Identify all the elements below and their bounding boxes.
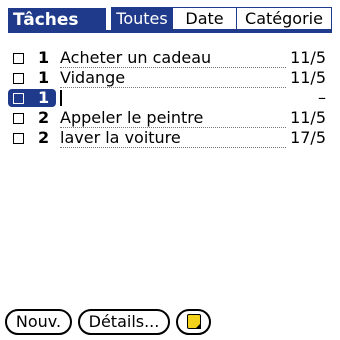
task-checkbox[interactable] [13, 53, 24, 64]
task-list: 1 Acheter un cadeau 11/5 1 Vidange 11/5 … [8, 48, 332, 148]
task-checkbox[interactable] [13, 133, 24, 144]
task-checkbox[interactable] [13, 93, 24, 104]
details-button[interactable]: Détails... [78, 309, 170, 335]
task-due-date[interactable]: 11/5 [282, 48, 326, 68]
new-task-button[interactable]: Nouv. [5, 309, 72, 335]
task-checkbox[interactable] [13, 73, 24, 84]
task-priority[interactable]: 1 [38, 68, 49, 88]
title-bar: Tâches Toutes Date Catégorie [0, 0, 340, 34]
note-button[interactable] [176, 309, 211, 335]
task-due-date[interactable]: – [282, 88, 326, 108]
filter-date-tab[interactable]: Date [172, 7, 237, 30]
task-row[interactable]: 2 laver la voiture 17/5 [8, 128, 332, 148]
text-cursor [60, 90, 62, 106]
task-row[interactable]: 2 Appeler le peintre 11/5 [8, 108, 332, 128]
task-priority[interactable]: 1 [38, 88, 49, 108]
task-description-input[interactable] [60, 88, 286, 108]
title-rule [8, 30, 332, 33]
task-description[interactable]: Vidange [60, 68, 286, 88]
task-due-date[interactable]: 11/5 [282, 68, 326, 88]
task-checkbox[interactable] [13, 113, 24, 124]
filter-category-tab[interactable]: Catégorie [236, 7, 332, 30]
task-description[interactable]: Acheter un cadeau [60, 48, 286, 68]
note-icon [187, 314, 201, 329]
task-priority[interactable]: 2 [38, 128, 49, 148]
task-priority[interactable]: 1 [38, 48, 49, 68]
app-title[interactable]: Tâches [8, 8, 106, 32]
filter-all-tab[interactable]: Toutes [111, 7, 173, 30]
task-description[interactable]: Appeler le peintre [60, 108, 286, 128]
task-row[interactable]: 1 Vidange 11/5 [8, 68, 332, 88]
task-due-date[interactable]: 17/5 [282, 128, 326, 148]
task-priority[interactable]: 2 [38, 108, 49, 128]
task-row[interactable]: 1 Acheter un cadeau 11/5 [8, 48, 332, 68]
task-due-date[interactable]: 11/5 [282, 108, 326, 128]
task-description[interactable]: laver la voiture [60, 128, 286, 148]
task-row-selected[interactable]: 1 – [8, 88, 332, 108]
